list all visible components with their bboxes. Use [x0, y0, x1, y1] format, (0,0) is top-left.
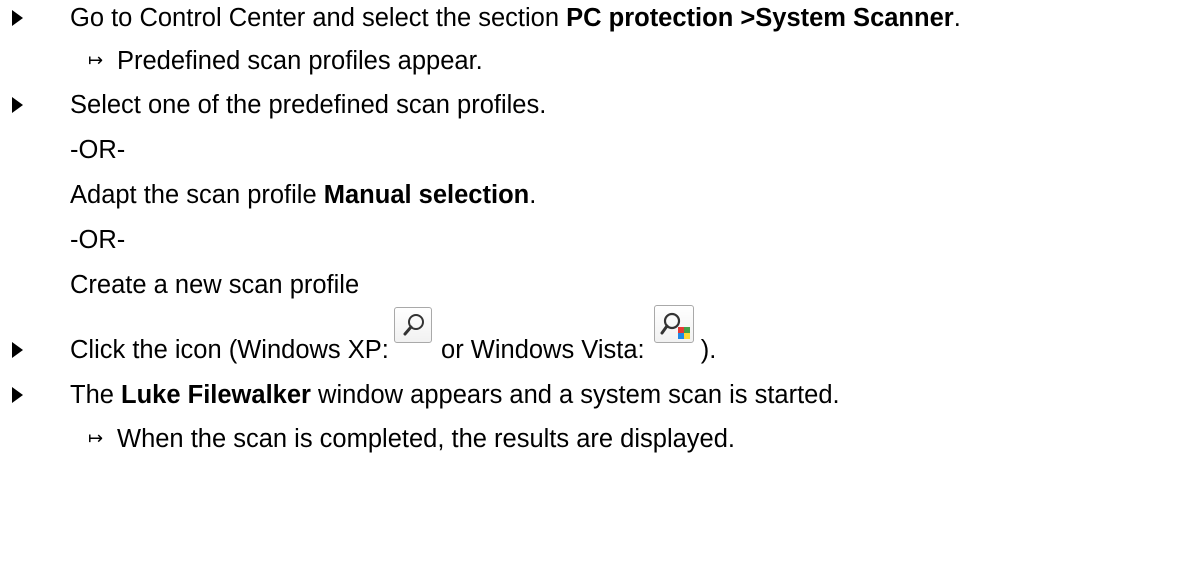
result-arrow-icon: ↦	[88, 50, 104, 71]
step-luke-filewalker: The Luke Filewalker window appears and a…	[70, 381, 840, 409]
triangle-bullet-icon	[12, 97, 23, 113]
step-click-icon: Click the icon (Windows XP: or Windows V…	[70, 305, 716, 365]
triangle-bullet-icon	[12, 387, 23, 403]
step-create-profile: Create a new scan profile	[70, 271, 360, 299]
search-vista-icon	[653, 305, 694, 343]
or-separator: -OR-	[70, 226, 126, 254]
result-profiles-appear: Predefined scan profiles appear.	[117, 47, 483, 75]
profile-name: Manual selection	[323, 181, 530, 209]
search-icon	[393, 307, 432, 343]
window-name: Luke Filewalker	[121, 381, 311, 409]
result-scan-completed: When the scan is completed, the results …	[117, 425, 735, 453]
step-select-profile: Select one of the predefined scan profil…	[70, 91, 547, 119]
section-name: PC protection >System Scanner	[566, 4, 954, 32]
triangle-bullet-icon	[12, 10, 23, 26]
triangle-bullet-icon	[12, 342, 23, 358]
step-adapt-profile: Adapt the scan profile Manual selection.	[70, 181, 537, 209]
step-go-to-control-center: Go to Control Center and select the sect…	[70, 4, 961, 32]
result-arrow-icon: ↦	[88, 428, 104, 449]
or-separator: -OR-	[70, 136, 126, 164]
